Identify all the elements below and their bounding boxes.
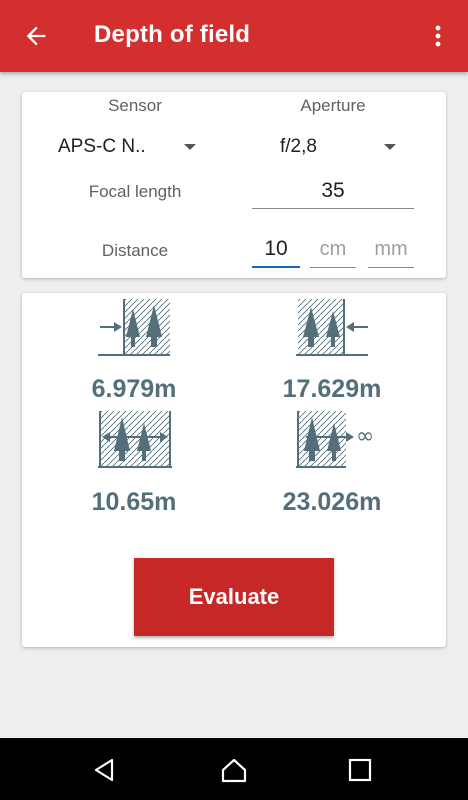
chevron-down-icon xyxy=(384,144,396,150)
far-limit-value: 17.629m xyxy=(282,375,382,403)
arrow-back-icon[interactable] xyxy=(22,22,50,50)
aperture-value: f/2,8 xyxy=(280,136,317,157)
aperture-dropdown[interactable]: f/2,8 xyxy=(280,132,400,162)
sensor-label: Sensor xyxy=(108,96,162,115)
sensor-value: APS-C N.. xyxy=(58,136,146,157)
distance-cm-field[interactable]: cm xyxy=(310,234,356,268)
near-limit-icon xyxy=(98,299,170,356)
distance-label: Distance xyxy=(101,241,169,260)
chevron-down-icon xyxy=(184,144,196,150)
evaluate-button[interactable]: Evaluate xyxy=(134,558,334,636)
far-limit-icon xyxy=(296,299,368,356)
page-title: Depth of field xyxy=(94,21,251,48)
hyperfocal-icon: ∞ xyxy=(296,411,374,468)
nav-back-icon[interactable] xyxy=(90,756,118,784)
app-bar: Depth of field xyxy=(0,0,468,72)
hyperfocal-value: 23.026m xyxy=(282,488,382,516)
focal-length-field[interactable]: 35 xyxy=(252,176,414,209)
aperture-label: Aperture xyxy=(300,96,366,115)
nav-recents-icon[interactable] xyxy=(346,756,374,784)
more-vert-icon[interactable] xyxy=(428,22,448,50)
settings-card: Sensor Aperture APS-C N.. f/2,8 Focal le… xyxy=(22,92,446,278)
near-limit-value: 6.979m xyxy=(91,375,177,403)
distance-mm-field[interactable]: mm xyxy=(368,234,414,268)
depth-of-field-icon xyxy=(98,411,172,468)
focal-length-label: Focal length xyxy=(88,182,182,201)
total-dof-value: 10.65m xyxy=(91,488,177,516)
infinity-symbol: ∞ xyxy=(356,424,374,449)
results-card: 6.979m 17.629m 10.65m ∞ 23.026m Evaluate xyxy=(22,293,446,647)
nav-home-icon[interactable] xyxy=(220,756,248,784)
distance-meters-field[interactable]: 10 xyxy=(252,234,300,268)
sensor-dropdown[interactable]: APS-C N.. xyxy=(58,132,198,162)
system-nav-bar xyxy=(0,738,468,800)
